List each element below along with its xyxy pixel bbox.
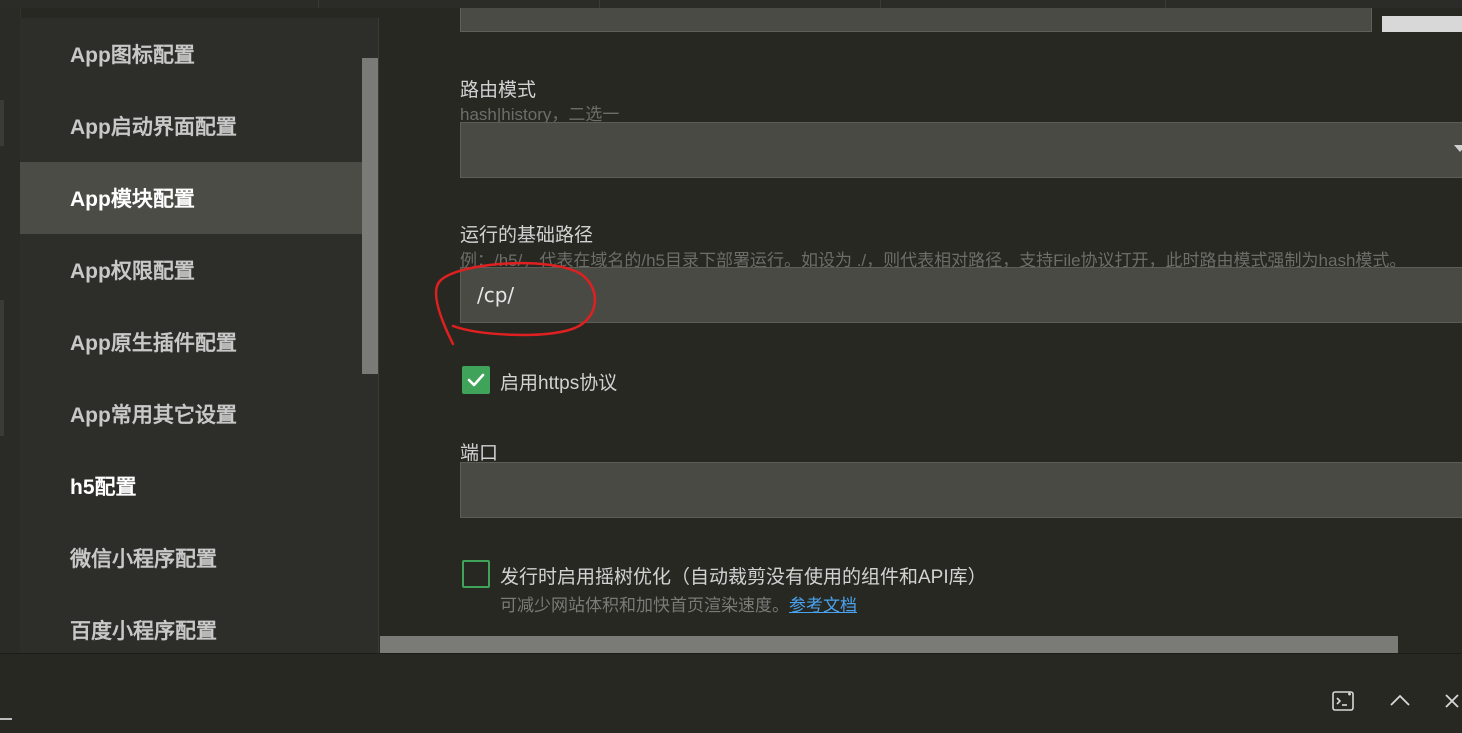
dropdown-caret-icon: [1454, 145, 1462, 152]
previous-field-button[interactable]: [1382, 16, 1462, 32]
router-mode-select[interactable]: [460, 122, 1462, 178]
sidebar-item-label: App图标配置: [70, 44, 195, 67]
sidebar-item-app-permissions[interactable]: App权限配置: [20, 234, 362, 306]
gutter-marker: [0, 300, 4, 436]
top-tab-3[interactable]: [600, 0, 881, 8]
top-tab-1[interactable]: [20, 0, 319, 8]
sidebar-item-h5[interactable]: h5配置: [20, 450, 362, 522]
sidebar-item-app-modules[interactable]: App模块配置: [20, 162, 362, 234]
left-gutter: [0, 8, 21, 653]
top-tab-4[interactable]: [881, 0, 1166, 8]
previous-field-input[interactable]: [460, 8, 1372, 32]
app-window: App图标配置 App启动界面配置 App模块配置 App权限配置 App原生插…: [0, 0, 1462, 733]
bottom-panel-bar: [0, 653, 1462, 733]
chevron-up-icon[interactable]: [1387, 688, 1413, 714]
sidebar-item-label: h5配置: [70, 476, 137, 499]
base-path-value: /cp/: [477, 283, 515, 307]
sidebar-item-app-icon[interactable]: App图标配置: [20, 18, 362, 90]
base-path-input[interactable]: /cp/: [460, 267, 1462, 323]
docs-link[interactable]: 参考文档: [789, 596, 857, 615]
h5-config-form: 路由模式 hash|history，二选一 运行的基础路径 例：/h5/，代表在…: [380, 8, 1462, 653]
tree-shaking-hint: 可减少网站体积和加快首页渲染速度。参考文档: [500, 591, 857, 616]
close-icon[interactable]: [1442, 688, 1462, 714]
gutter-marker: [0, 100, 4, 146]
sidebar-item-label: App权限配置: [70, 260, 195, 283]
tree-shaking-checkbox[interactable]: [462, 560, 490, 588]
port-label: 端口: [460, 443, 499, 464]
settings-sidebar: App图标配置 App启动界面配置 App模块配置 App权限配置 App原生插…: [20, 18, 379, 653]
terminal-icon[interactable]: [1330, 688, 1356, 714]
top-tab-strip: [0, 0, 1462, 8]
top-tab-2[interactable]: [319, 0, 600, 8]
sidebar-item-label: App常用其它设置: [70, 404, 237, 427]
sidebar-scrollbar[interactable]: [362, 58, 378, 374]
sidebar-item-label: App原生插件配置: [70, 332, 237, 355]
checkmark-icon: [467, 373, 485, 387]
horizontal-scrollbar[interactable]: [380, 636, 1398, 653]
router-mode-label: 路由模式: [460, 80, 537, 101]
sidebar-item-baidu-mp[interactable]: 百度小程序配置: [20, 594, 362, 653]
sidebar-item-label: App模块配置: [70, 188, 195, 211]
https-checkbox[interactable]: [462, 366, 490, 394]
tree-shaking-hint-text: 可减少网站体积和加快首页渲染速度。: [500, 596, 789, 615]
sidebar-item-label: App启动界面配置: [70, 116, 237, 139]
sidebar-item-weixin-mp[interactable]: 微信小程序配置: [20, 522, 362, 594]
base-path-label: 运行的基础路径: [460, 225, 594, 246]
sidebar-item-app-native-plugins[interactable]: App原生插件配置: [20, 306, 362, 378]
tree-shaking-label[interactable]: 发行时启用摇树优化（自动裁剪没有使用的组件和API库）: [500, 562, 987, 589]
https-label[interactable]: 启用https协议: [500, 368, 617, 395]
sidebar-item-app-splash[interactable]: App启动界面配置: [20, 90, 362, 162]
sidebar-item-label: 微信小程序配置: [70, 548, 217, 571]
sidebar-item-app-other-settings[interactable]: App常用其它设置: [20, 378, 362, 450]
port-input[interactable]: [460, 462, 1462, 518]
sidebar-item-label: 百度小程序配置: [70, 620, 217, 643]
panel-dash-marker: [0, 718, 12, 720]
